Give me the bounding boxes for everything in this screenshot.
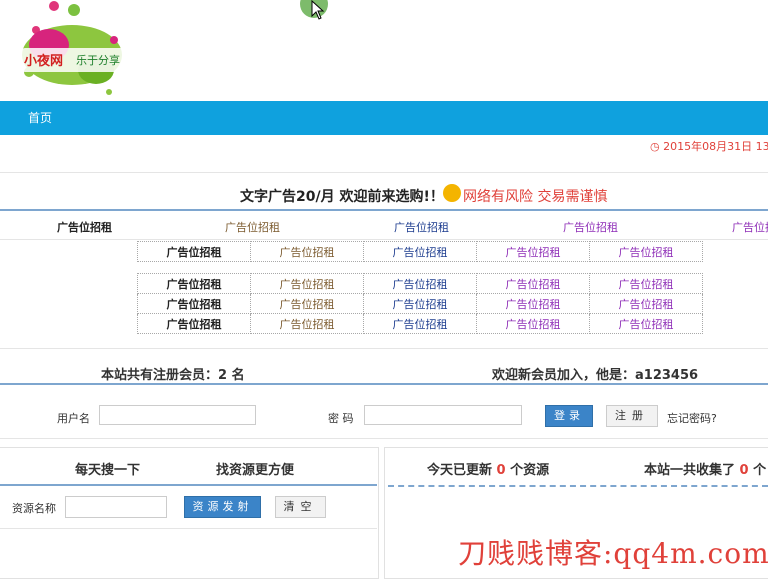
ad-slot[interactable]: 广告位招租 <box>137 273 251 294</box>
blue-divider <box>0 484 377 486</box>
ad-slot[interactable]: 广告位招租 <box>225 219 280 235</box>
register-button[interactable]: 注册 <box>606 405 658 427</box>
updated-prefix: 今天已更新 <box>427 463 493 478</box>
ad-banner: 文字广告20/月 欢迎前来选购!！ 网络有风险 交易需谨慎 <box>0 182 768 206</box>
blue-divider <box>0 383 768 385</box>
ad-slot[interactable]: 广告位招租 <box>589 293 703 314</box>
ad-slot[interactable]: 广告位招租 <box>476 273 590 294</box>
clock-icon: ◷ <box>650 140 660 153</box>
ad-slot[interactable]: 广告位招租 <box>363 241 477 262</box>
search-panel-title-right: 找资源更方便 <box>216 463 295 478</box>
ad-slot[interactable]: 广告位招租 <box>363 293 477 314</box>
password-input[interactable] <box>364 405 522 425</box>
banner-risk-text: 网络有风险 交易需谨慎 <box>463 189 608 205</box>
warning-face-icon <box>443 184 461 202</box>
divider <box>0 528 377 529</box>
resource-name-label: 资源名称 <box>12 502 56 515</box>
blue-divider <box>0 209 768 211</box>
total-suffix: 个 <box>753 463 767 478</box>
date-text: 2015年08月31日 13 <box>663 140 768 153</box>
updated-count: 0 <box>496 463 506 478</box>
login-button[interactable]: 登录 <box>545 405 593 427</box>
date-display: ◷ 2015年08月31日 13 <box>650 138 768 154</box>
ad-slot[interactable]: 广告位招租 <box>589 313 703 334</box>
divider <box>0 348 768 349</box>
updated-today: 今天已更新 0 个资源 <box>427 459 549 478</box>
ad-slot[interactable]: 广告位招租 <box>250 241 364 262</box>
search-submit-button[interactable]: 资源发射 <box>184 496 261 518</box>
ad-slot[interactable]: 广告位招租 <box>250 293 364 314</box>
ad-slot[interactable]: 广告位招租 <box>250 313 364 334</box>
ad-slot[interactable]: 广告位招租 <box>476 313 590 334</box>
divider <box>0 438 768 439</box>
ad-slot[interactable]: 广告位招租 <box>732 219 768 235</box>
total-prefix: 本站一共收集了 <box>644 463 736 478</box>
ad-slot[interactable]: 广告位招租 <box>363 313 477 334</box>
divider <box>0 239 768 240</box>
member-count: 本站共有注册会员：2 名 <box>101 368 245 383</box>
resource-name-input[interactable] <box>65 496 167 518</box>
main-nav: 首页 <box>0 101 768 135</box>
ad-slot[interactable]: 广告位招租 <box>476 293 590 314</box>
mouse-cursor-icon <box>311 0 325 20</box>
ad-slot[interactable]: 广告位招租 <box>363 273 477 294</box>
divider <box>0 172 768 173</box>
ad-slot[interactable]: 广告位招租 <box>250 273 364 294</box>
ad-slot[interactable]: 广告位招租 <box>563 219 618 235</box>
ad-grid: 广告位招租 广告位招租 广告位招租 广告位招租 广告位招租 <box>137 241 703 262</box>
ad-slot[interactable]: 广告位招租 <box>137 241 251 262</box>
banner-text[interactable]: 文字广告20/月 欢迎前来选购!！ <box>240 186 444 206</box>
watermark: 刀贱贱博客:qq4m.com <box>458 537 768 570</box>
logo-tagline: 乐于分享 <box>76 54 120 67</box>
username-label: 用户名 <box>57 412 90 425</box>
dashed-divider <box>388 485 768 487</box>
logo-text: 小夜网 <box>24 54 64 69</box>
ad-slot[interactable]: 广告位招租 <box>589 241 703 262</box>
username-input[interactable] <box>99 405 256 425</box>
password-label: 密 码 <box>328 412 354 425</box>
ad-slot[interactable]: 广告位招租 <box>137 313 251 334</box>
nav-item-home[interactable]: 首页 <box>18 101 62 135</box>
ad-slot[interactable]: 广告位招租 <box>57 219 112 235</box>
ad-grid: 广告位招租 广告位招租 广告位招租 广告位招租 广告位招租 广告位招租 广告位招… <box>137 273 703 334</box>
total-collected: 本站一共收集了 0 个 <box>644 459 766 478</box>
new-member-welcome: 欢迎新会员加入，他是：a123456 <box>492 368 699 383</box>
search-panel-title-left: 每天搜一下 <box>75 463 141 478</box>
clear-button[interactable]: 清空 <box>275 496 326 518</box>
forgot-password-link[interactable]: 忘记密码? <box>667 410 717 426</box>
ad-slot[interactable]: 广告位招租 <box>589 273 703 294</box>
ad-slot[interactable]: 广告位招租 <box>137 293 251 314</box>
total-count: 0 <box>739 463 749 478</box>
site-logo[interactable]: 小夜网 乐于分享 <box>14 0 134 100</box>
ad-slot[interactable]: 广告位招租 <box>476 241 590 262</box>
ad-slot[interactable]: 广告位招租 <box>394 219 449 235</box>
updated-suffix: 个资源 <box>510 463 550 478</box>
